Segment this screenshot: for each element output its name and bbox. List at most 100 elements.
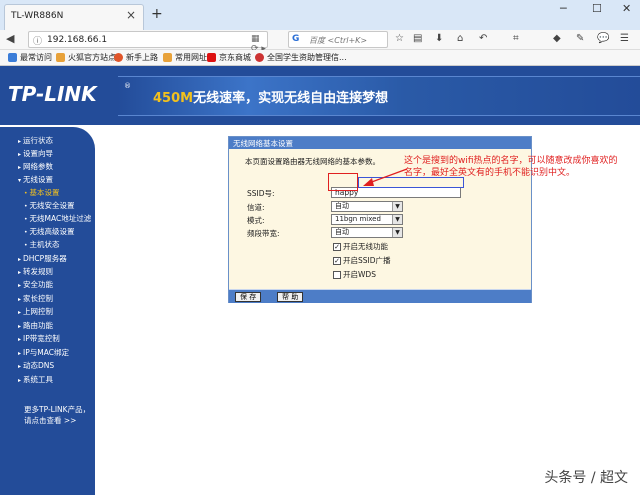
menu-icon[interactable]: ☰ (620, 33, 629, 44)
bullet-icon: ▸ (18, 269, 22, 276)
browser-nav-bar: ◀ ⓘ 192.168.66.1 ▦ ⟳ ▸ G 百度 <Ctrl+K> ☆ ▤… (0, 30, 640, 54)
window-close-icon[interactable]: ✕ (622, 2, 631, 15)
browser-tab[interactable]: TL-WR886N × (4, 4, 144, 30)
nav-system-tools[interactable]: ▸ 系统工具 (18, 374, 53, 385)
annotation-arrow-icon (363, 168, 408, 186)
nav-bandwidth[interactable]: ▸ IP带宽控制 (18, 333, 60, 344)
mode-select[interactable]: 11bgn mixed ▼ (331, 214, 403, 225)
bookmark-icon (8, 53, 17, 62)
bookmark-item[interactable]: 最常访问 (8, 52, 52, 63)
extension-icon[interactable]: ◆ (553, 33, 561, 44)
nav-wireless-advanced[interactable]: • 无线高级设置 (24, 226, 75, 237)
checkbox-checked-icon[interactable]: ✓ (333, 242, 341, 251)
nav-host-status[interactable]: • 主机状态 (24, 239, 60, 250)
nav-wireless-mac-filter[interactable]: • 无线MAC地址过滤 (24, 213, 91, 224)
nav-wizard[interactable]: ▸ 设置向导 (18, 148, 53, 159)
bookmarks-bar: 最常访问 火狐官方站点 新手上路 常用网址 京东商城 全国学生资助管理信... (0, 50, 640, 66)
nav-wireless[interactable]: ▾ 无线设置 (18, 174, 53, 185)
bookmark-star-icon[interactable]: ☆ (395, 33, 404, 44)
minimize-icon[interactable]: ─ (560, 2, 567, 15)
chat-icon[interactable]: 💬 (597, 33, 609, 44)
nav-wireless-basic[interactable]: • 基本设置 (24, 187, 60, 198)
nav-status[interactable]: ▸ 运行状态 (18, 135, 53, 146)
back-icon[interactable]: ◀ (6, 32, 14, 45)
watermark: 头条号 / 超文 (544, 470, 628, 486)
bookmark-item[interactable]: 火狐官方站点 (56, 52, 116, 63)
checkbox-checked-icon[interactable]: ✓ (333, 256, 341, 265)
bullet-icon: ▸ (18, 256, 22, 263)
bookmark-item[interactable]: 常用网址 (163, 52, 207, 63)
bookmark-item[interactable]: 新手上路 (114, 52, 158, 63)
channel-label: 信道: (247, 203, 265, 212)
nav-security[interactable]: ▸ 安全功能 (18, 279, 53, 290)
home-icon[interactable]: ⌂ (457, 33, 463, 44)
bullet-icon: • (24, 190, 28, 197)
bullet-icon: • (24, 216, 28, 223)
bullet-icon: ▸ (18, 363, 22, 370)
nav-routing[interactable]: ▸ 路由功能 (18, 320, 53, 331)
bandwidth-value: 自动 (335, 228, 349, 236)
bullet-icon: • (24, 229, 28, 236)
channel-value: 自动 (335, 202, 349, 210)
nav-parental[interactable]: ▸ 家长控制 (18, 293, 53, 304)
maximize-icon[interactable]: ☐ (592, 2, 602, 15)
reader-icon[interactable]: ▤ (413, 33, 422, 44)
nav-wireless-security[interactable]: • 无线安全设置 (24, 200, 75, 211)
bullet-icon: ▸ (18, 336, 22, 343)
nav-access-control[interactable]: ▸ 上网控制 (18, 306, 53, 317)
nav-dhcp[interactable]: ▸ DHCP服务器 (18, 253, 67, 264)
annotation-line2: 名字，最好全英文有的手机不能识别中文。 (404, 168, 576, 178)
checkbox-unchecked-icon[interactable] (333, 270, 341, 279)
more-products-link[interactable]: 请点击查看 >> (24, 415, 76, 426)
main-content: 无线网络基本设置 本页面设置路由器无线网络的基本参数。 SSID号: happy… (95, 127, 640, 495)
bullet-icon: ▸ (18, 350, 22, 357)
slogan-highlight: 450M (153, 91, 194, 106)
panel-footer: 保 存 帮 助 (229, 289, 531, 303)
enable-wireless-checkbox[interactable]: ✓ 开启无线功能 (333, 241, 388, 252)
search-box[interactable]: G 百度 <Ctrl+K> (288, 31, 388, 48)
chevron-down-icon: ▼ (392, 215, 402, 224)
bandwidth-label: 频段带宽: (247, 229, 280, 238)
info-icon[interactable]: ⓘ (33, 34, 42, 47)
panel-title: 无线网络基本设置 (229, 137, 531, 149)
chevron-down-icon: ▼ (392, 228, 402, 237)
bullet-icon: ▸ (18, 377, 22, 384)
nav-forwarding[interactable]: ▸ 转发规则 (18, 266, 53, 277)
mode-label: 模式: (247, 216, 265, 225)
more-products-line1[interactable]: 更多TP-LINK产品， (24, 404, 90, 415)
enable-ssid-broadcast-checkbox[interactable]: ✓ 开启SSID广播 (333, 255, 391, 266)
url-bar[interactable]: ⓘ 192.168.66.1 ▦ ⟳ ▸ (28, 31, 268, 54)
new-tab-button[interactable]: + (151, 6, 163, 22)
tab-close-icon[interactable]: × (126, 8, 136, 22)
mode-value: 11bgn mixed (335, 215, 381, 223)
annotation-line1: 这个是搜到的wifi热点的名字，可以随意改成你喜欢的 (404, 156, 618, 166)
bullet-icon: ▸ (18, 138, 22, 145)
download-icon[interactable]: ⬇ (435, 33, 443, 44)
bookmark-item[interactable]: 全国学生资助管理信... (255, 52, 347, 63)
bookmark-item[interactable]: 京东商城 (207, 52, 251, 63)
nav-ddns[interactable]: ▸ 动态DNS (18, 360, 54, 371)
bullet-icon: ▸ (18, 282, 22, 289)
bullet-icon: ▸ (18, 296, 22, 303)
bullet-icon: ▾ (18, 177, 22, 184)
bandwidth-select[interactable]: 自动 ▼ (331, 227, 403, 238)
ssid-highlight-box (328, 173, 358, 191)
jd-icon (207, 53, 216, 62)
chevron-down-icon: ▼ (392, 202, 402, 211)
firefox-icon (114, 53, 123, 62)
channel-select[interactable]: 自动 ▼ (331, 201, 403, 212)
nav-ip-mac-binding[interactable]: ▸ IP与MAC绑定 (18, 347, 69, 358)
paint-icon[interactable]: ✎ (576, 33, 584, 44)
save-button[interactable]: 保 存 (235, 292, 262, 302)
crop-icon[interactable]: ⌗ (513, 33, 519, 44)
enable-wds-checkbox[interactable]: 开启WDS (333, 269, 376, 280)
search-engine-icon[interactable]: G (292, 34, 299, 44)
folder-icon (56, 53, 65, 62)
help-button[interactable]: 帮 助 (277, 292, 304, 302)
nav-network[interactable]: ▸ 网络参数 (18, 161, 53, 172)
bullet-icon: ▸ (18, 309, 22, 316)
url-text[interactable]: 192.168.66.1 (47, 35, 107, 45)
undo-icon[interactable]: ↶ (479, 33, 487, 44)
search-placeholder: 百度 <Ctrl+K> (309, 36, 368, 45)
ssid-label: SSID号: (247, 189, 275, 198)
